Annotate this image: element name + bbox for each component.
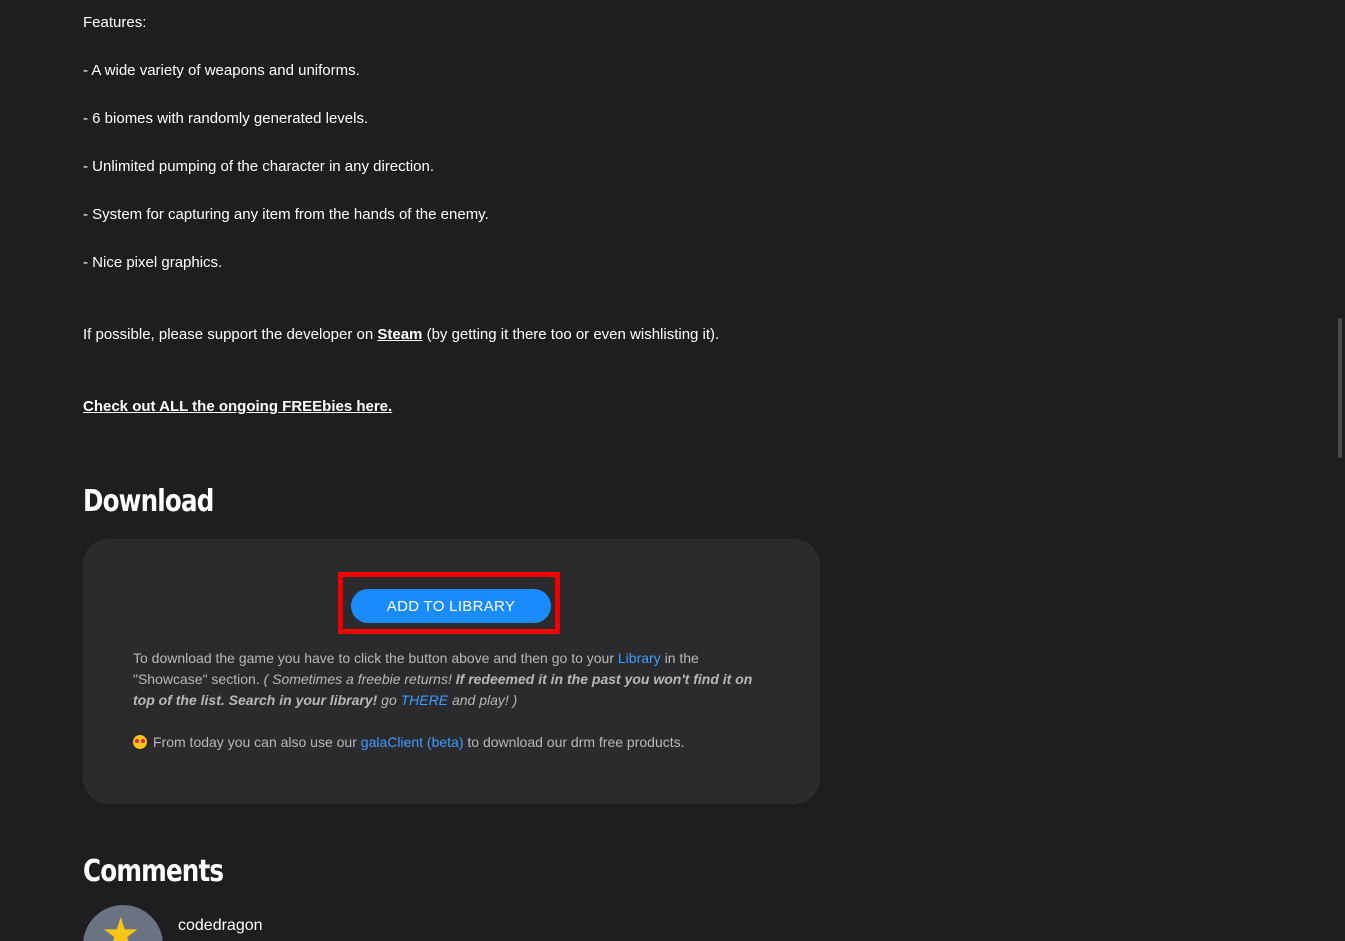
features-heading: Features:	[83, 14, 147, 31]
support-text-after: (by getting it there too or even wishlis…	[422, 326, 720, 343]
instructions-text: To download the game you have to click t…	[133, 650, 618, 666]
support-text-before: If possible, please support the develope…	[83, 326, 378, 343]
avatar[interactable]: ★	[83, 905, 163, 941]
client-text: From today you can also use our	[153, 734, 361, 750]
download-box: ADD TO LIBRARY To download the game you …	[83, 539, 820, 804]
feature-item: - 6 biomes with randomly generated level…	[83, 110, 369, 127]
feature-item: - A wide variety of weapons and uniforms…	[83, 62, 360, 79]
scrollbar-thumb[interactable]	[1338, 318, 1342, 458]
download-heading: Download	[83, 484, 214, 519]
note-text: go	[377, 692, 401, 708]
feature-item: - System for capturing any item from the…	[83, 206, 489, 223]
feature-item: - Nice pixel graphics.	[83, 254, 223, 271]
comments-heading: Comments	[83, 854, 224, 889]
client-text: to download our drm free products.	[463, 734, 685, 750]
note-text: and play! )	[448, 692, 518, 708]
support-paragraph: If possible, please support the develope…	[83, 325, 719, 345]
comment-username[interactable]: codedragon	[178, 917, 263, 935]
feature-item: - Unlimited pumping of the character in …	[83, 158, 435, 175]
there-link[interactable]: THERE	[401, 692, 448, 708]
add-to-library-button[interactable]: ADD TO LIBRARY	[351, 589, 551, 623]
steam-link[interactable]: Steam	[377, 326, 422, 343]
freebies-link[interactable]: Check out ALL the ongoing FREEbies here.	[83, 398, 392, 415]
star-icon: ★	[101, 910, 141, 941]
galaclient-link[interactable]: galaClient (beta)	[361, 734, 464, 750]
client-note: From today you can also use our galaClie…	[133, 732, 773, 753]
freebies-paragraph: Check out ALL the ongoing FREEbies here.	[83, 397, 392, 417]
note-text: ( Sometimes a freebie returns!	[263, 671, 456, 687]
download-instructions: To download the game you have to click t…	[133, 648, 773, 711]
page: Features: - A wide variety of weapons an…	[0, 0, 1345, 941]
star-struck-emoji-icon	[133, 735, 147, 749]
library-link[interactable]: Library	[618, 650, 661, 666]
